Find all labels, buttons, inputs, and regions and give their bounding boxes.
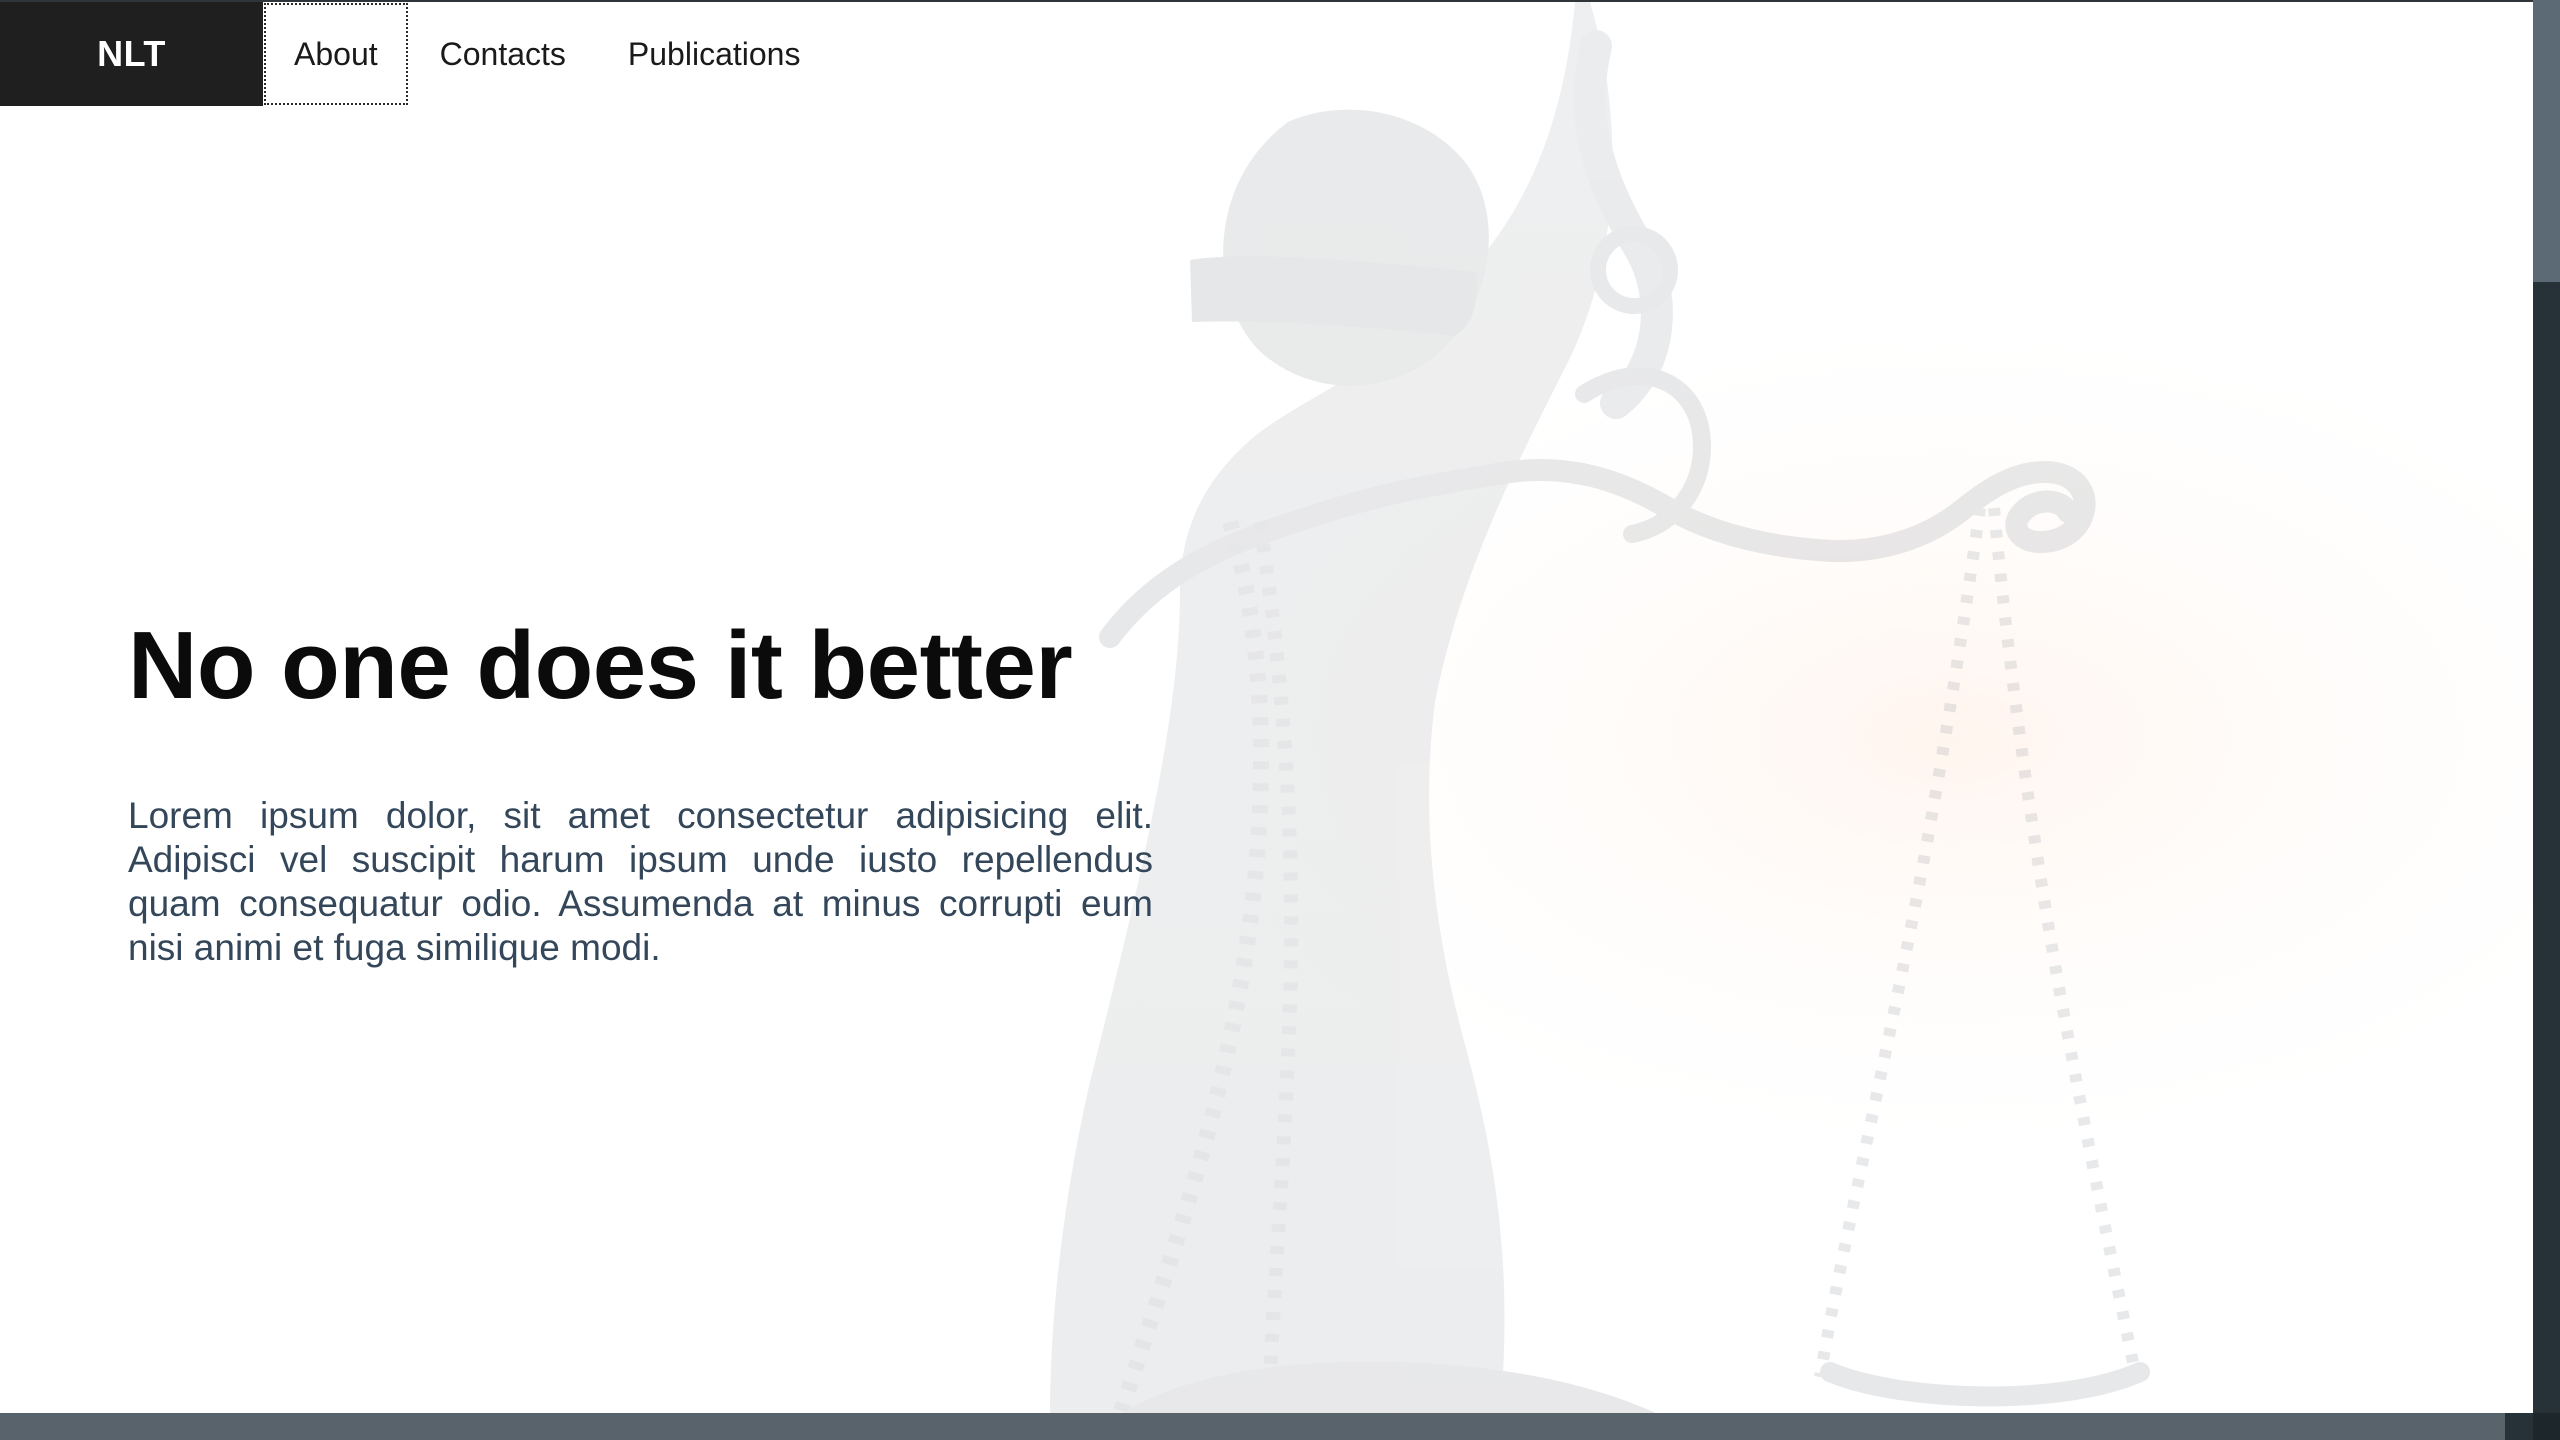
scrollbar-corner: [2533, 1413, 2560, 1440]
hero-section: No one does it better Lorem ipsum dolor,…: [128, 614, 1153, 970]
vertical-scrollbar[interactable]: [2533, 0, 2560, 1413]
browser-viewport: NLT About Contacts Publications No one d…: [0, 0, 2533, 1413]
brand-logo[interactable]: NLT: [0, 2, 263, 106]
nav-item-about[interactable]: About: [263, 2, 409, 106]
hero-description: Lorem ipsum dolor, sit amet consectetur …: [128, 794, 1153, 968]
nav-item-publications[interactable]: Publications: [597, 2, 832, 106]
vertical-scrollbar-thumb[interactable]: [2533, 0, 2560, 282]
nav-item-contacts[interactable]: Contacts: [409, 2, 597, 106]
main-navigation: NLT About Contacts Publications: [0, 2, 831, 106]
horizontal-scrollbar[interactable]: [0, 1413, 2533, 1440]
horizontal-scrollbar-thumb[interactable]: [0, 1413, 2505, 1440]
hero-title: No one does it better: [128, 612, 1073, 719]
